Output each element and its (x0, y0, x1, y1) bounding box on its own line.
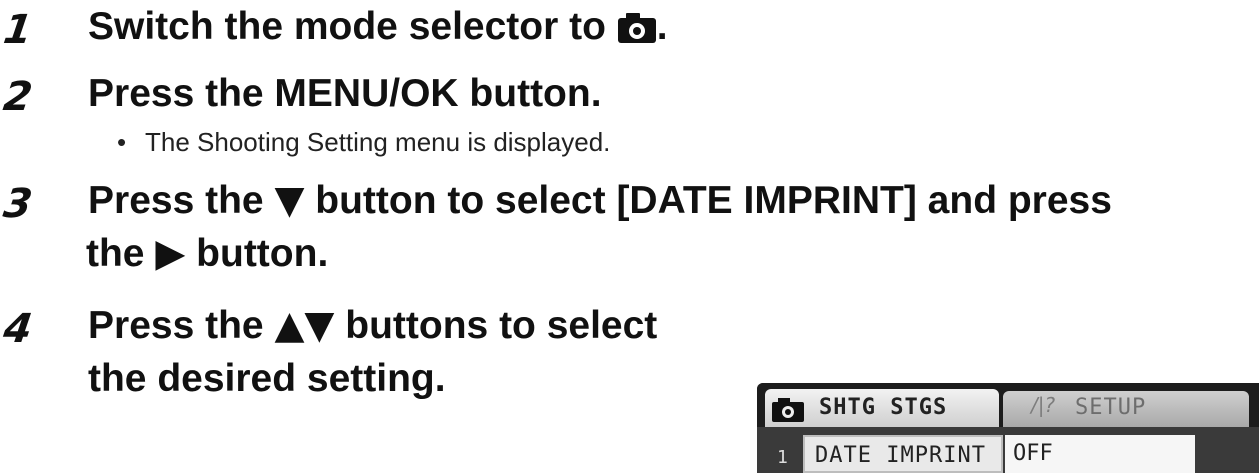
lcd-tab-bar: SHTG STGS /|? SETUP (757, 383, 1259, 427)
tab-label-inactive: SETUP (1075, 395, 1147, 420)
menu-row: 1 DATE IMPRINT OFF (757, 427, 1259, 473)
right-arrow-icon: ▶ (155, 231, 186, 276)
step-heading-line2: the ▶ button. (86, 231, 329, 276)
step-number: 3 (0, 181, 36, 227)
tab-label-active: SHTG STGS (819, 395, 948, 420)
down-arrow-icon: ▼ (274, 178, 305, 223)
bullet-dot: • (117, 127, 127, 157)
camera-icon (617, 5, 657, 58)
step-heading: Press the MENU/OK button. (88, 72, 602, 115)
menu-value-box: OFF (1005, 435, 1195, 473)
step-heading: Switch the mode selector to . (88, 0, 668, 58)
camera-icon (771, 397, 805, 428)
step-number: 2 (0, 74, 36, 120)
row-index: 1 (777, 447, 788, 468)
step-heading: Press the ▼ button to select [DATE IMPRI… (88, 178, 1112, 223)
setup-icon: /|? (1031, 393, 1056, 417)
camera-lcd-screen: SHTG STGS /|? SETUP 1 DATE IMPRINT OFF (757, 383, 1259, 473)
menu-value: OFF (1013, 441, 1053, 466)
step-heading: Press the ▲▼ buttons to select (88, 303, 658, 348)
step-number: 1 (0, 7, 36, 53)
up-down-arrow-icon: ▲▼ (274, 303, 335, 348)
menu-item-label: DATE IMPRINT (815, 443, 986, 468)
step-bullet: • The Shooting Setting menu is displayed. (117, 127, 611, 157)
menu-item-date-imprint: DATE IMPRINT (803, 435, 1003, 473)
step-heading-line2: the desired setting. (88, 357, 446, 400)
step-number: 4 (0, 306, 36, 352)
